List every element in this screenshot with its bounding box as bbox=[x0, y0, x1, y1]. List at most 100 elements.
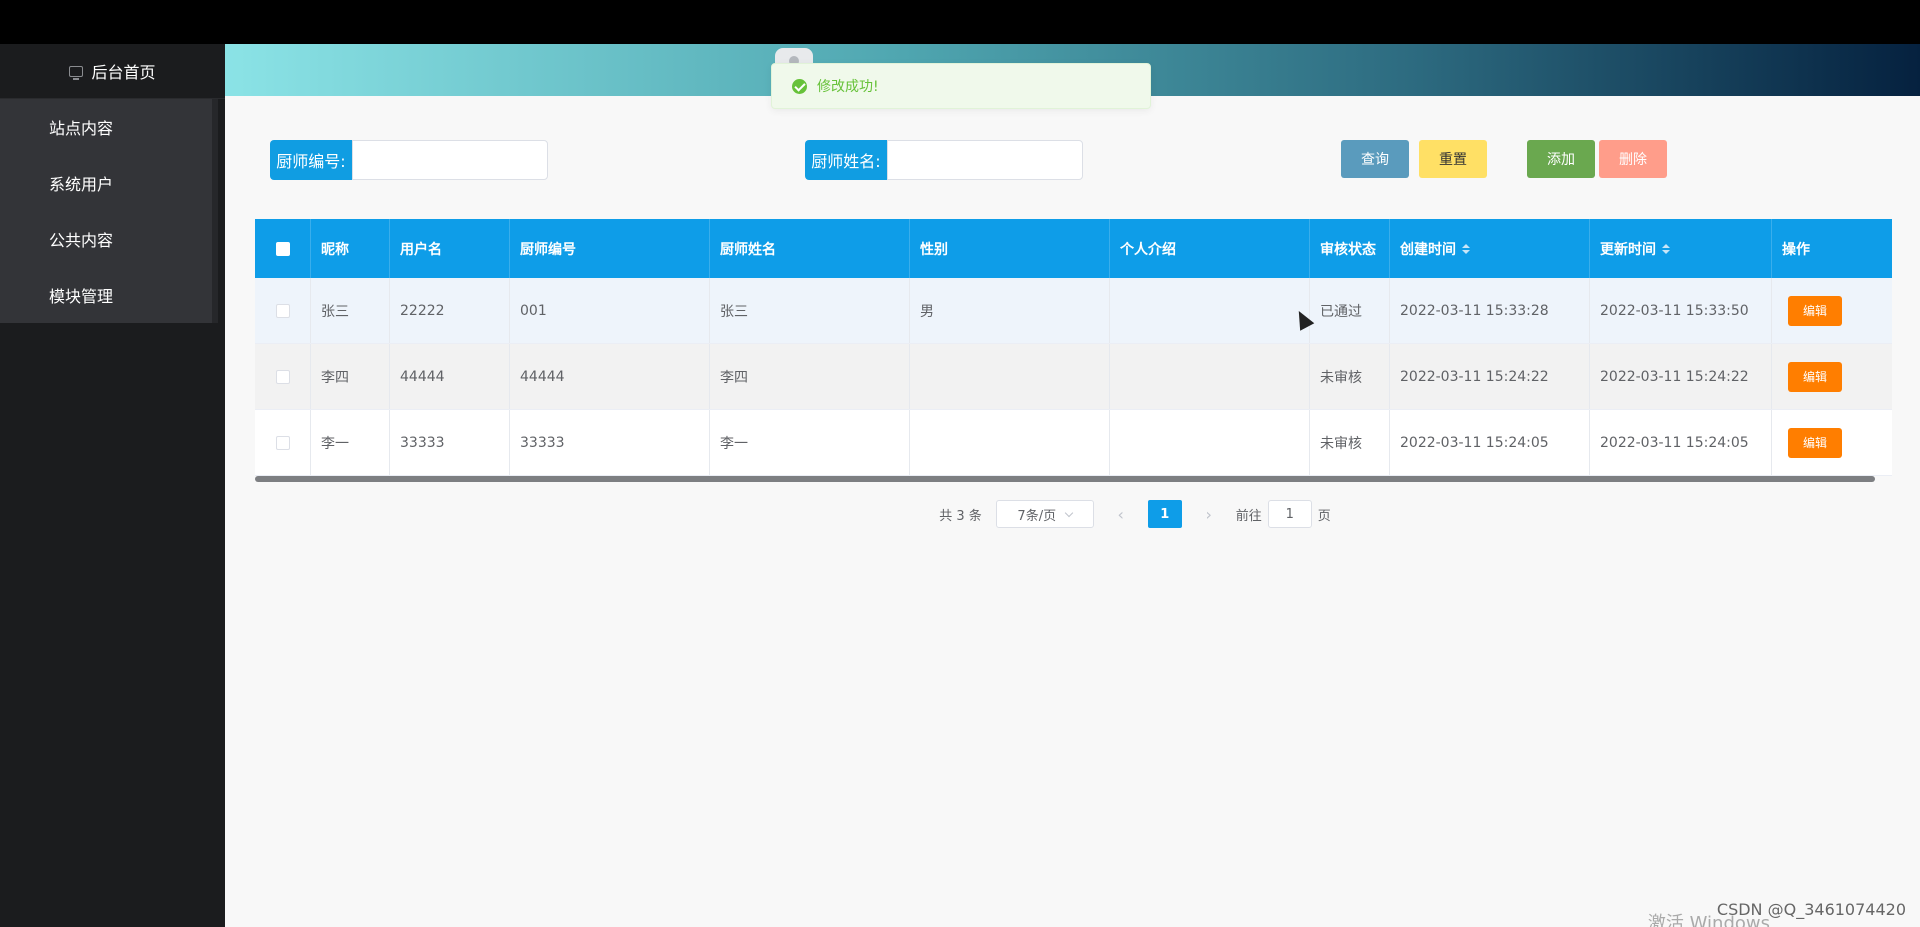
select-all-cell bbox=[255, 219, 311, 278]
col-header-created-label: 创建时间 bbox=[1400, 241, 1456, 258]
page-number-button[interactable]: 1 bbox=[1147, 500, 1182, 528]
chef-no-label: 厨师编号: bbox=[270, 140, 352, 180]
sort-icon[interactable] bbox=[1662, 243, 1670, 254]
row-checkbox[interactable] bbox=[275, 435, 290, 450]
row-check-cell bbox=[255, 278, 311, 343]
cell-gender: 男 bbox=[910, 278, 1110, 343]
col-header-status: 审核状态 bbox=[1310, 219, 1390, 278]
cell-gender bbox=[910, 344, 1110, 409]
cell-intro bbox=[1110, 344, 1310, 409]
page-size-select[interactable]: 7条/页 bbox=[995, 500, 1094, 528]
sort-icon[interactable] bbox=[1462, 243, 1470, 254]
table-row[interactable]: 李一 33333 33333 李一 未审核 2022-03-11 15:24:0… bbox=[255, 410, 1892, 476]
cell-updated: 2022-03-11 15:33:50 bbox=[1590, 278, 1772, 343]
cell-gender bbox=[910, 410, 1110, 475]
page-jumper: 前往 页 bbox=[1236, 500, 1331, 528]
col-header-chef-name: 厨师姓名 bbox=[710, 219, 910, 278]
sidebar-item-label: 公共内容 bbox=[49, 231, 114, 250]
monitor-icon bbox=[69, 65, 84, 80]
table-header: 昵称 用户名 厨师编号 厨师姓名 性别 个人介绍 审核状态 创建时间 更新时间 … bbox=[255, 219, 1892, 278]
cell-intro bbox=[1110, 278, 1310, 343]
col-header-chef-no: 厨师编号 bbox=[510, 219, 710, 278]
next-page-button[interactable]: › bbox=[1196, 500, 1222, 528]
col-header-updated-label: 更新时间 bbox=[1600, 241, 1656, 258]
success-toast: 修改成功! bbox=[771, 63, 1151, 109]
sidebar-item-public-content[interactable]: 公共内容 bbox=[0, 211, 218, 267]
sidebar-item-system-users[interactable]: 系统用户 bbox=[0, 155, 218, 211]
watermark: CSDN @Q_3461074420 bbox=[1716, 900, 1906, 919]
prev-page-button[interactable]: ‹ bbox=[1108, 500, 1134, 528]
reset-button[interactable]: 重置 bbox=[1419, 140, 1487, 178]
cell-chef-no: 33333 bbox=[510, 410, 710, 475]
col-header-gender: 性别 bbox=[910, 219, 1110, 278]
cell-nickname: 张三 bbox=[311, 278, 390, 343]
add-button[interactable]: 添加 bbox=[1527, 140, 1595, 178]
col-header-username: 用户名 bbox=[390, 219, 510, 278]
col-header-action: 操作 bbox=[1782, 241, 1810, 258]
cell-chef-no: 44444 bbox=[510, 344, 710, 409]
cell-nickname: 李一 bbox=[311, 410, 390, 475]
chef-name-input[interactable] bbox=[887, 140, 1083, 180]
sidebar-item-label: 模块管理 bbox=[49, 287, 114, 306]
row-checkbox[interactable] bbox=[275, 369, 290, 384]
top-black-bar bbox=[0, 0, 1920, 44]
sidebar-item-label: 系统用户 bbox=[49, 175, 114, 194]
goto-prefix: 前往 bbox=[1235, 508, 1262, 524]
sidebar-item-module-management[interactable]: 模块管理 bbox=[0, 267, 218, 323]
cell-action: 编辑 bbox=[1772, 278, 1892, 343]
chef-table: 昵称 用户名 厨师编号 厨师姓名 性别 个人介绍 审核状态 创建时间 更新时间 … bbox=[255, 219, 1892, 476]
sidebar-item-label: 站点内容 bbox=[49, 119, 114, 138]
cell-created: 2022-03-11 15:24:22 bbox=[1390, 344, 1590, 409]
sidebar-home-label: 后台首页 bbox=[91, 63, 156, 82]
edit-button[interactable]: 编辑 bbox=[1788, 427, 1842, 458]
sidebar-home-link[interactable]: 后台首页 bbox=[0, 44, 225, 99]
cell-chef-name: 张三 bbox=[710, 278, 910, 343]
col-header-created[interactable]: 创建时间 bbox=[1390, 219, 1590, 278]
table-row[interactable]: 张三 22222 001 张三 男 已通过 2022-03-11 15:33:2… bbox=[255, 278, 1892, 344]
cell-action: 编辑 bbox=[1772, 410, 1892, 475]
cell-chef-name: 李四 bbox=[710, 344, 910, 409]
cell-status: 未审核 bbox=[1310, 410, 1390, 475]
cell-status: 已通过 bbox=[1310, 278, 1390, 343]
cell-action: 编辑 bbox=[1772, 344, 1892, 409]
goto-page-input[interactable] bbox=[1267, 500, 1312, 528]
chef-no-input[interactable] bbox=[352, 140, 548, 180]
query-button[interactable]: 查询 bbox=[1341, 140, 1409, 178]
col-header-updated[interactable]: 更新时间 bbox=[1590, 219, 1772, 278]
col-header-intro: 个人介绍 bbox=[1110, 219, 1310, 278]
main-content: 修改成功! 厨师编号: 厨师姓名: 查询 重置 添加 删除 昵称 用户名 厨师编… bbox=[225, 44, 1920, 927]
cell-nickname: 李四 bbox=[311, 344, 390, 409]
select-all-checkbox[interactable] bbox=[275, 241, 290, 256]
cell-username: 33333 bbox=[390, 410, 510, 475]
page-size-value: 7条/页 bbox=[1017, 508, 1057, 524]
row-checkbox[interactable] bbox=[275, 303, 290, 318]
sidebar: 后台首页 站点内容 系统用户 公共内容 模块管理 bbox=[0, 44, 225, 927]
goto-suffix: 页 bbox=[1317, 508, 1331, 524]
chevron-down-icon bbox=[1064, 508, 1074, 517]
cell-chef-no: 001 bbox=[510, 278, 710, 343]
check-circle-icon bbox=[792, 78, 807, 94]
delete-button[interactable]: 删除 bbox=[1599, 140, 1667, 178]
edit-button[interactable]: 编辑 bbox=[1788, 295, 1842, 326]
horizontal-scrollbar[interactable] bbox=[255, 476, 1875, 482]
pagination: 共 3 条 7条/页 ‹ 1 › 前往 页 bbox=[225, 500, 1920, 528]
row-check-cell bbox=[255, 410, 311, 475]
cell-status: 未审核 bbox=[1310, 344, 1390, 409]
cell-updated: 2022-03-11 15:24:05 bbox=[1590, 410, 1772, 475]
cell-username: 44444 bbox=[390, 344, 510, 409]
col-header-nickname: 昵称 bbox=[311, 219, 390, 278]
chef-name-label: 厨师姓名: bbox=[805, 140, 887, 180]
cell-intro bbox=[1110, 410, 1310, 475]
table-row[interactable]: 李四 44444 44444 李四 未审核 2022-03-11 15:24:2… bbox=[255, 344, 1892, 410]
sidebar-menu: 站点内容 系统用户 公共内容 模块管理 bbox=[0, 99, 218, 323]
row-check-cell bbox=[255, 344, 311, 409]
cell-updated: 2022-03-11 15:24:22 bbox=[1590, 344, 1772, 409]
sidebar-item-site-content[interactable]: 站点内容 bbox=[0, 99, 218, 155]
toast-message: 修改成功! bbox=[817, 79, 879, 95]
cell-chef-name: 李一 bbox=[710, 410, 910, 475]
cell-created: 2022-03-11 15:24:05 bbox=[1390, 410, 1590, 475]
pagination-total: 共 3 条 bbox=[939, 508, 982, 524]
cell-created: 2022-03-11 15:33:28 bbox=[1390, 278, 1590, 343]
cell-username: 22222 bbox=[390, 278, 510, 343]
edit-button[interactable]: 编辑 bbox=[1788, 361, 1842, 392]
